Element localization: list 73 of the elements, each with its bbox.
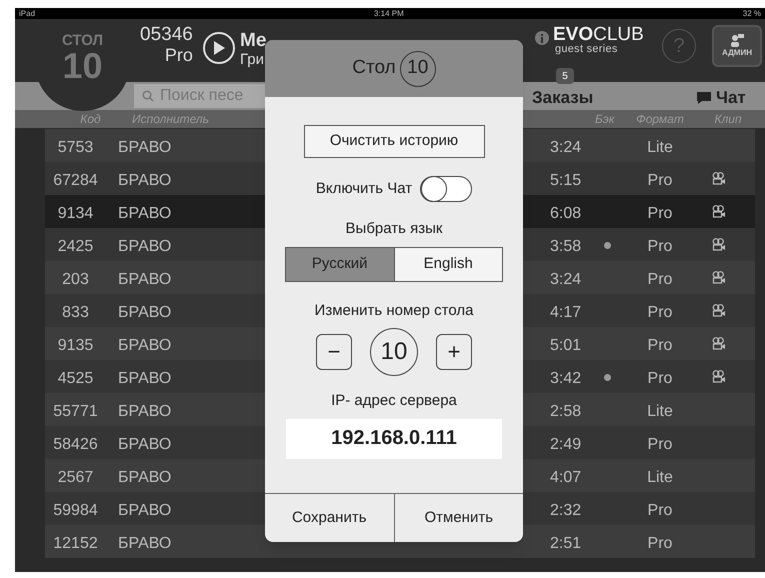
order-count-badge: 5	[556, 68, 574, 84]
song-code: 4525	[56, 369, 94, 389]
artist-name: БРАВО	[118, 534, 172, 554]
song-duration: 2:58	[550, 402, 582, 422]
column-header: Клип	[713, 111, 743, 128]
server-ip-label: IP- адрес сервера	[331, 391, 457, 411]
clock-time: 3:14 PM	[374, 8, 404, 20]
song-code: 05346	[140, 25, 193, 44]
song-duration: 6:08	[550, 204, 582, 224]
song-code: 2425	[56, 237, 94, 257]
artist-name: БРАВО	[118, 402, 172, 422]
battery-level: 32 %	[742, 8, 761, 20]
song-code: 203	[61, 270, 90, 290]
song-code: 55771	[52, 402, 99, 422]
table-number-value: 10	[370, 328, 418, 376]
song-format: Lite	[646, 468, 674, 488]
artist-name: БРАВО	[118, 204, 172, 224]
device-name: iPad	[19, 8, 36, 20]
artist-name: БРАВО	[118, 171, 172, 191]
table-number-label: Изменить номер стола	[314, 300, 474, 320]
song-format: Pro	[646, 369, 674, 389]
column-header: Код	[79, 111, 102, 128]
song-duration: 3:58	[550, 237, 582, 257]
artist-name: БРАВО	[118, 237, 172, 257]
song-duration: 2:49	[550, 435, 582, 455]
song-duration: 5:15	[550, 171, 582, 191]
song-format: Lite	[646, 402, 674, 422]
song-format: Pro	[646, 501, 674, 521]
song-duration: 3:24	[550, 138, 582, 158]
artist-name: БРАВО	[118, 138, 172, 158]
song-code: 833	[61, 303, 90, 323]
song-format: Pro	[646, 204, 674, 224]
song-code: 9135	[56, 336, 94, 356]
song-format: Pro	[646, 435, 674, 455]
column-header: Исполнитель	[132, 111, 209, 128]
song-format: Pro	[164, 46, 193, 64]
artist-name: БРАВО	[118, 303, 172, 323]
song-code: 58426	[52, 435, 99, 455]
language-label: Выбрать язык	[346, 219, 442, 239]
song-format: Pro	[646, 171, 674, 191]
song-duration: 4:07	[550, 468, 582, 488]
song-title: Ме	[240, 29, 266, 53]
song-format: Pro	[646, 237, 674, 257]
artist-name: БРАВО	[118, 369, 172, 389]
song-code: 12152	[52, 534, 99, 554]
dialog-table-number: 10	[400, 50, 436, 86]
song-duration: 4:17	[550, 303, 582, 323]
song-code: 59984	[52, 501, 99, 521]
song-code: 5753	[56, 138, 94, 158]
chat-toggle-label: Включить Чат	[316, 178, 412, 199]
column-header: Бэк	[595, 111, 614, 128]
song-duration: 3:24	[550, 270, 582, 290]
brand-logo: EVOCLUB guest series	[553, 25, 644, 55]
song-format: Pro	[646, 534, 674, 554]
song-duration: 2:32	[550, 501, 582, 521]
song-format: Pro	[646, 303, 674, 323]
artist-name: БРАВО	[118, 435, 172, 455]
song-code: 9134	[56, 204, 94, 224]
column-header: Формат	[635, 111, 685, 128]
song-code: 2567	[56, 468, 94, 488]
song-duration: 5:01	[550, 336, 582, 356]
song-format: Pro	[646, 336, 674, 356]
song-format: Pro	[646, 270, 674, 290]
song-duration: 3:42	[550, 369, 582, 389]
song-format: Lite	[646, 138, 674, 158]
artist-name: БРАВО	[118, 501, 172, 521]
song-artist: Гри	[240, 50, 264, 70]
artist-name: БРАВО	[118, 468, 172, 488]
artist-name: БРАВО	[118, 336, 172, 356]
dialog-title: Стол	[352, 56, 396, 80]
song-duration: 2:51	[550, 534, 582, 554]
artist-name: БРАВО	[118, 270, 172, 290]
song-code: 67284	[52, 171, 99, 191]
